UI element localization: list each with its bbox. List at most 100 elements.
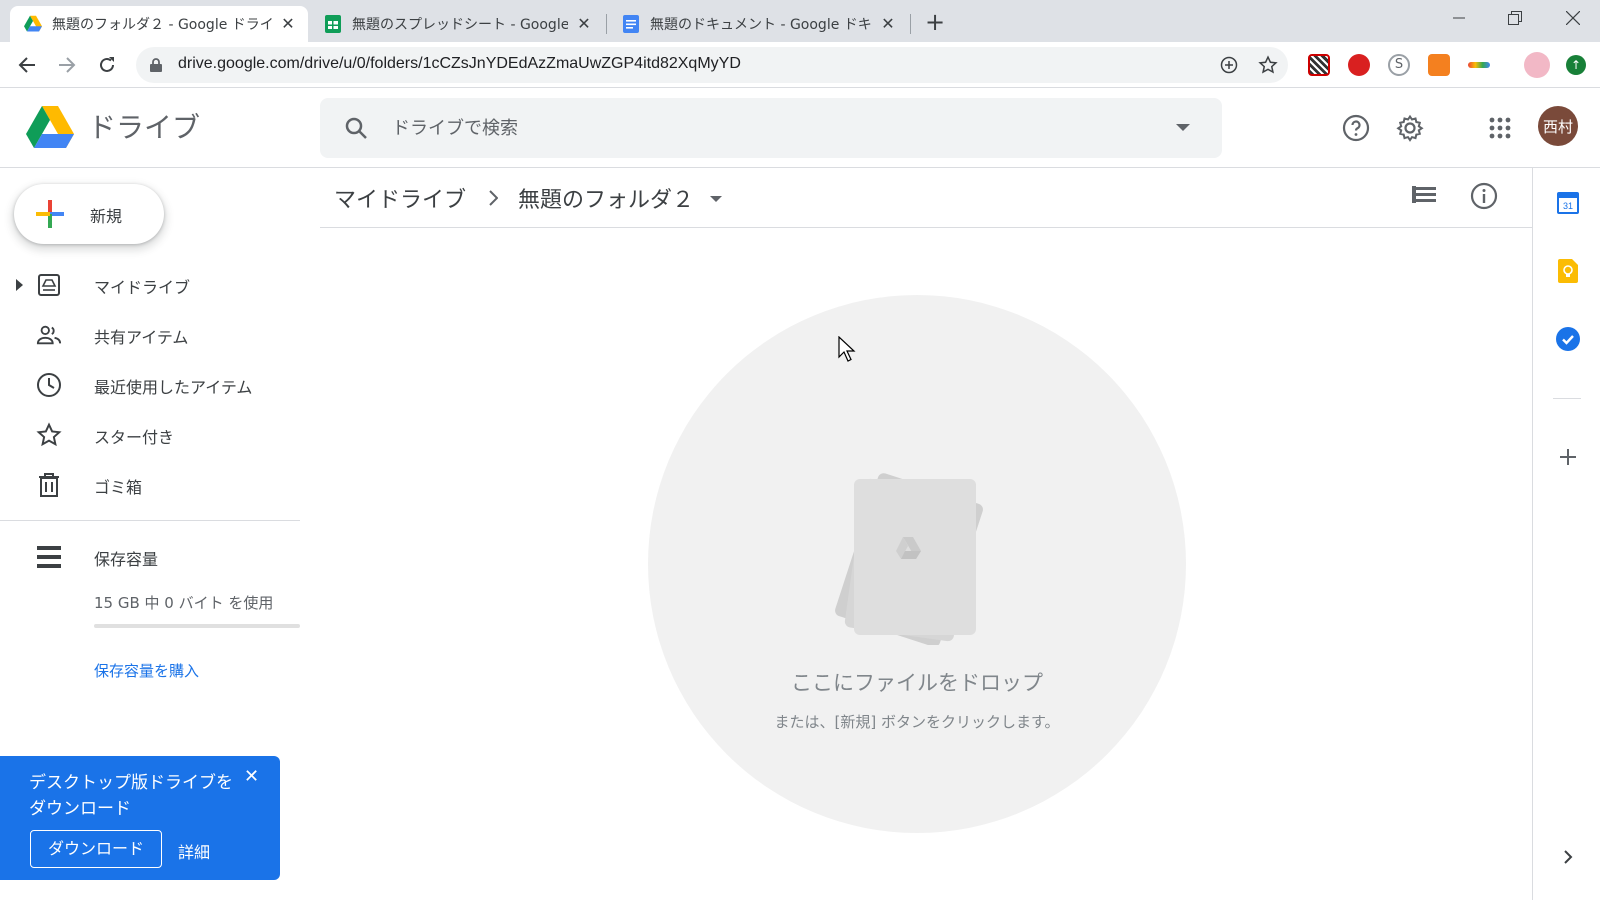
browser-tab-drive[interactable]: 無題のフォルダ２ - Google ドライブ ✕ (10, 6, 308, 42)
storage-usage-text: 15 GB 中 0 バイト を使用 (94, 594, 274, 612)
docs-icon (623, 15, 639, 33)
star-icon[interactable] (1258, 55, 1278, 75)
sidebar-item-label: ゴミ箱 (94, 478, 143, 497)
search-options-dropdown-icon[interactable] (1176, 124, 1190, 132)
details-link[interactable]: 詳細 (178, 839, 210, 863)
qr-extension-icon[interactable] (1308, 54, 1330, 76)
new-tab-button[interactable]: + (922, 10, 948, 36)
arrow-right-icon (59, 57, 76, 73)
sidebar-item-label: 共有アイテム (94, 328, 189, 347)
reload-button[interactable] (93, 51, 121, 79)
back-button[interactable] (13, 51, 41, 79)
expand-panel-button[interactable] (1555, 844, 1581, 870)
tab-title: 無題のスプレッドシート - Google スプ (352, 17, 568, 33)
breadcrumb-root[interactable]: マイドライブ (334, 182, 466, 214)
plus-icon (1560, 449, 1576, 465)
sidebar-divider (0, 520, 300, 521)
tab-title: 無題のドキュメント - Google ドキュメ (650, 17, 872, 33)
close-promo-icon[interactable]: ✕ (244, 766, 259, 787)
storage-icon (36, 544, 62, 570)
sidebar-item-recent[interactable]: 最近使用したアイテム (0, 364, 300, 404)
drive-icon (24, 15, 42, 32)
glasses-extension-icon[interactable] (1524, 52, 1550, 78)
keep-icon (1558, 259, 1578, 283)
restore-icon (1508, 11, 1522, 25)
minimize-window-button[interactable] (1434, 0, 1484, 36)
reload-icon (100, 57, 114, 72)
skype-icon[interactable]: S (1388, 54, 1410, 76)
tasks-icon (1556, 327, 1580, 351)
url-text: drive.google.com/drive/u/0/folders/1cCZs… (178, 55, 741, 72)
tasks-addon[interactable] (1555, 326, 1581, 352)
account-avatar[interactable]: 西村 (1538, 106, 1578, 146)
tab-title: 無題のフォルダ２ - Google ドライブ (52, 17, 272, 33)
sidebar-item-label: マイドライブ (94, 278, 191, 297)
expand-arrow-icon[interactable] (16, 279, 24, 291)
close-tab-icon[interactable]: ✕ (278, 14, 298, 34)
star-icon (36, 422, 62, 448)
browser-tab-strip: 無題のフォルダ２ - Google ドライブ ✕ 無題のスプレッドシート - G… (0, 0, 1600, 42)
drop-subtitle: または、[新規] ボタンをクリックします。 (774, 713, 1060, 731)
tab-separator (910, 14, 911, 34)
calendar-icon: 31 (1557, 192, 1579, 214)
shared-icon (36, 322, 62, 348)
drive-logo-icon[interactable] (26, 106, 74, 148)
drive-header: ドライブ 西村 (0, 88, 1600, 168)
tab-separator (606, 14, 607, 34)
empty-folder-dropzone[interactable]: ここにファイルをドロップ または、[新規] ボタンをクリックします。 (648, 295, 1186, 833)
search-input[interactable] (392, 114, 1092, 142)
help-button[interactable] (1336, 108, 1376, 148)
new-button[interactable]: 新規 (14, 184, 164, 244)
chevron-right-icon (1564, 850, 1573, 864)
brand-name[interactable]: ドライブ (88, 106, 200, 146)
sidebar-item-storage[interactable]: 保存容量 (0, 536, 300, 576)
search-icon[interactable] (344, 116, 368, 140)
sidebar-item-label: 最近使用したアイテム (94, 378, 253, 397)
promo-message: デスクトップ版ドライブをダウンロード (29, 773, 233, 819)
browser-tab-sheets[interactable]: 無題のスプレッドシート - Google スプ ✕ (310, 6, 604, 42)
storage-progress-bar (94, 624, 300, 628)
get-addons-button[interactable] (1555, 444, 1581, 470)
sidebar-item-shared[interactable]: 共有アイテム (0, 314, 300, 354)
settings-button[interactable] (1390, 108, 1430, 148)
sidebar-item-starred[interactable]: スター付き (0, 414, 300, 454)
minimize-icon (1453, 17, 1465, 19)
address-bar[interactable]: drive.google.com/drive/u/0/folders/1cCZs… (136, 47, 1288, 83)
apps-button[interactable] (1480, 108, 1520, 148)
close-icon (1566, 11, 1580, 25)
info-icon[interactable] (1470, 182, 1498, 210)
chart-extension-icon[interactable] (1428, 54, 1450, 76)
arrow-left-icon (18, 57, 35, 73)
browser-tab-docs[interactable]: 無題のドキュメント - Google ドキュメ ✕ (608, 6, 908, 42)
gear-icon (1396, 114, 1424, 142)
close-tab-icon[interactable]: ✕ (878, 14, 898, 34)
breadcrumb-bar: マイドライブ 無題のフォルダ２ (320, 168, 1532, 228)
folder-menu-dropdown-icon[interactable] (710, 196, 722, 203)
apps-grid-icon (1489, 117, 1511, 139)
list-view-icon[interactable] (1412, 186, 1436, 206)
search-box[interactable] (320, 98, 1222, 158)
forward-button[interactable] (53, 51, 81, 79)
download-button[interactable]: ダウンロード (30, 830, 162, 868)
sidebar-item-label: スター付き (94, 428, 175, 447)
browser-toolbar: drive.google.com/drive/u/0/folders/1cCZs… (0, 42, 1600, 88)
mouse-cursor-icon (838, 336, 856, 362)
close-tab-icon[interactable]: ✕ (574, 14, 594, 34)
clock-icon (36, 372, 62, 398)
new-button-label: 新規 (90, 207, 123, 226)
close-window-button[interactable] (1548, 0, 1598, 36)
update-icon[interactable]: ↑ (1566, 55, 1586, 75)
chevron-right-icon (489, 190, 498, 206)
restore-window-button[interactable] (1490, 0, 1540, 36)
lock-icon (150, 58, 162, 72)
sidebar-item-trash[interactable]: ゴミ箱 (0, 464, 300, 504)
breadcrumb-current-folder[interactable]: 無題のフォルダ２ (518, 182, 694, 214)
calendar-addon[interactable]: 31 (1555, 190, 1581, 216)
add-icon[interactable] (1220, 56, 1238, 74)
red-extension-icon[interactable] (1348, 54, 1370, 76)
sidebar-item-my-drive[interactable]: マイドライブ (0, 264, 300, 304)
buy-storage-link[interactable]: 保存容量を購入 (94, 660, 199, 681)
rainbow-extension-icon[interactable] (1468, 62, 1490, 68)
side-panel: 31 (1532, 168, 1600, 900)
keep-addon[interactable] (1555, 258, 1581, 284)
